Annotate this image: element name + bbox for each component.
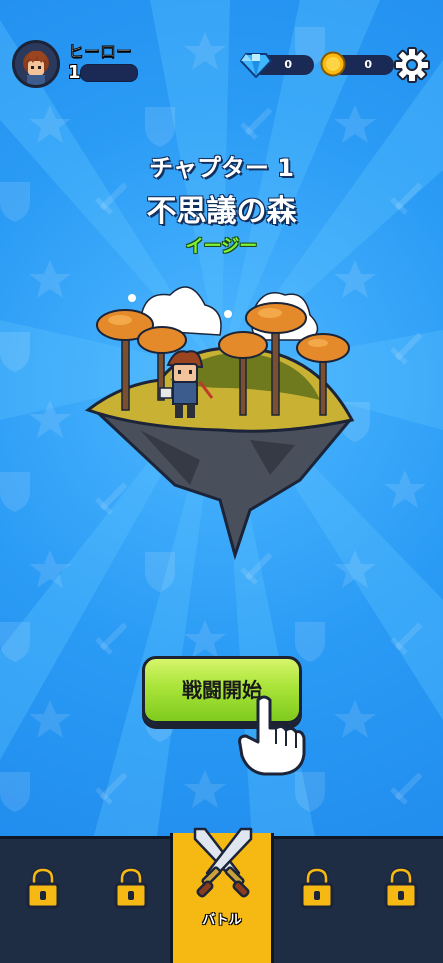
- nav-tab-battle[interactable]: バトル: [170, 827, 274, 963]
- nav-tab-locked-1[interactable]: [0, 839, 88, 963]
- hero-avatar[interactable]: [12, 40, 60, 88]
- floating-forest-island[interactable]: [80, 270, 370, 560]
- settings-gear-icon[interactable]: [394, 47, 430, 83]
- difficulty-label: イージー: [185, 236, 258, 257]
- bottom-navigation: バトル: [0, 827, 443, 963]
- hero-portrait-icon: [15, 43, 57, 85]
- crossed-swords-icon: [193, 827, 253, 898]
- nav-tab-locked-3[interactable]: [274, 839, 362, 963]
- nav-tab-locked-4[interactable]: [358, 839, 443, 963]
- nav-tab-locked-2[interactable]: [88, 839, 176, 963]
- coin-icon: [320, 51, 346, 77]
- nav-battle-label: バトル: [202, 913, 242, 928]
- hero-level: 1: [68, 62, 81, 83]
- hero-name: ヒーロー: [68, 42, 133, 61]
- experience-bar: [80, 64, 138, 82]
- chapter-title: チャプター 1: [149, 154, 294, 182]
- gem-icon: [240, 53, 272, 78]
- stage-name: 不思議の森: [146, 194, 297, 229]
- lock-icon: [114, 867, 148, 909]
- coin-count: 0: [364, 58, 372, 71]
- gem-count: 0: [284, 58, 292, 71]
- pointing-hand-icon: [238, 695, 306, 776]
- lock-icon: [384, 867, 418, 909]
- lock-icon: [300, 867, 334, 909]
- lock-icon: [26, 867, 60, 909]
